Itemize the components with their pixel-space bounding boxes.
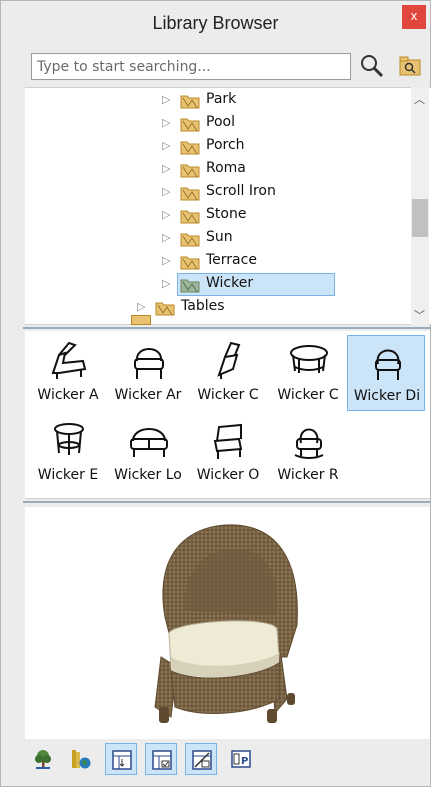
- folder-icon: [180, 118, 200, 132]
- expand-arrow-icon[interactable]: ▷: [162, 277, 170, 290]
- armchair-icon: [134, 348, 164, 379]
- find-folder-icon[interactable]: [399, 55, 421, 77]
- thumbnail-label: Wicker Ar: [114, 387, 182, 403]
- folder-icon: [180, 233, 200, 247]
- expand-arrow-icon[interactable]: ▷: [162, 208, 170, 221]
- thumbnail-wicker-r[interactable]: Wicker R: [269, 415, 347, 491]
- chaise-icon: [217, 341, 241, 379]
- scroll-down-icon[interactable]: ﹀: [414, 307, 425, 323]
- library-globe-button[interactable]: [65, 743, 97, 775]
- thumbnail-label: Wicker E: [37, 467, 99, 483]
- view-option-button-3[interactable]: [185, 743, 217, 775]
- thumbnail-label: Wicker O: [196, 467, 260, 483]
- svg-text:P: P: [241, 756, 248, 767]
- thumbnail-wicker-ar[interactable]: Wicker Ar: [109, 335, 187, 411]
- ottoman-chair-icon: [213, 423, 243, 459]
- folder-icon: [155, 302, 175, 316]
- scroll-up-icon[interactable]: ︿: [414, 91, 425, 107]
- thumbnail-wicker-c1[interactable]: Wicker C: [189, 335, 267, 411]
- thumbnail-label: Wicker R: [277, 467, 339, 483]
- expand-arrow-icon[interactable]: ▷: [162, 139, 170, 152]
- search-row: [1, 49, 430, 85]
- folder-icon: [180, 141, 200, 155]
- expand-arrow-icon[interactable]: ▷: [162, 231, 170, 244]
- thumbnail-wicker-o[interactable]: Wicker O: [189, 415, 267, 491]
- pane-divider[interactable]: [23, 327, 430, 329]
- thumbnail-label: Wicker A: [37, 387, 99, 403]
- wicker-chair-preview-image: [154, 524, 298, 723]
- tree-item-label: Roma: [206, 160, 246, 176]
- expand-arrow-icon[interactable]: ▷: [162, 185, 170, 198]
- expand-arrow-icon[interactable]: ▷: [162, 93, 170, 106]
- library-browser-window: Library Browser x ▷ Park ▷ Pool ▷: [0, 0, 431, 787]
- thumbnail-grid: Wicker A Wicker Ar Wicker C Wicker C Wic…: [25, 331, 430, 499]
- loveseat-icon: [130, 428, 168, 457]
- folder-icon: [180, 187, 200, 201]
- folder-icon: [180, 210, 200, 224]
- tree-item-label: Porch: [206, 137, 245, 153]
- thumbnail-wicker-e[interactable]: Wicker E: [29, 415, 107, 491]
- expand-arrow-icon[interactable]: ▷: [137, 300, 145, 313]
- chaise-lounge-icon: [51, 341, 87, 379]
- folder-icon: [180, 256, 200, 270]
- tree-scrollbar[interactable]: ︿ ﹀: [411, 87, 429, 325]
- tree-item-label: Park: [206, 91, 237, 107]
- coffee-table-icon: [290, 345, 328, 373]
- folder-icon: [180, 164, 200, 178]
- partial-folder-icon: [131, 315, 151, 325]
- tree-view-button[interactable]: [27, 743, 59, 775]
- dining-chair-icon: [375, 349, 401, 380]
- folder-icon: [180, 279, 200, 293]
- scrollbar-thumb[interactable]: [412, 199, 428, 237]
- tree-icon: [35, 750, 51, 769]
- expand-arrow-icon[interactable]: ▷: [162, 254, 170, 267]
- selection-highlight: [177, 273, 335, 296]
- view-options-icon: [112, 750, 132, 770]
- thumbnail-wicker-lo[interactable]: Wicker Lo: [109, 415, 187, 491]
- library-tree[interactable]: ▷ Park ▷ Pool ▷ Porch ▷ Roma ▷ Scroll Ir…: [25, 87, 431, 325]
- view-options-icon: [152, 750, 172, 770]
- tree-item-label: Stone: [206, 206, 247, 222]
- title-bar: Library Browser x: [1, 1, 430, 45]
- thumbnail-wicker-a[interactable]: Wicker A: [29, 335, 107, 411]
- properties-icon: P: [231, 750, 251, 768]
- view-option-button-2[interactable]: [145, 743, 177, 775]
- thumbnail-label: Wicker Di: [353, 388, 421, 404]
- window-title: Library Browser: [152, 13, 279, 33]
- rocker-icon: [294, 428, 324, 459]
- view-options-icon: [192, 750, 212, 770]
- expand-arrow-icon[interactable]: ▷: [162, 162, 170, 175]
- tree-item-label: Wicker: [206, 275, 254, 291]
- tree-item-label: Scroll Iron: [206, 183, 276, 199]
- books-globe-icon: [72, 750, 91, 769]
- view-option-button-4[interactable]: P: [225, 743, 257, 775]
- thumbnail-label: Wicker Lo: [114, 467, 182, 483]
- view-option-button-1[interactable]: [105, 743, 137, 775]
- close-button[interactable]: x: [402, 5, 426, 29]
- end-table-icon: [54, 423, 84, 455]
- thumbnail-label: Wicker C: [197, 387, 259, 403]
- thumbnail-wicker-c2[interactable]: Wicker C: [269, 335, 347, 411]
- pane-divider[interactable]: [23, 501, 430, 503]
- folder-icon: [180, 95, 200, 109]
- search-input[interactable]: [31, 53, 351, 80]
- tree-item-label: Pool: [206, 114, 235, 130]
- preview-pane: [25, 507, 430, 739]
- tree-item-label: Sun: [206, 229, 233, 245]
- thumbnail-wicker-di[interactable]: Wicker Di: [347, 335, 425, 411]
- tree-item-label: Terrace: [206, 252, 257, 268]
- tree-item-label: Tables: [181, 298, 225, 314]
- bottom-toolbar: P: [25, 739, 430, 779]
- expand-arrow-icon[interactable]: ▷: [162, 116, 170, 129]
- thumbnail-label: Wicker C: [277, 387, 339, 403]
- search-icon[interactable]: [359, 53, 385, 79]
